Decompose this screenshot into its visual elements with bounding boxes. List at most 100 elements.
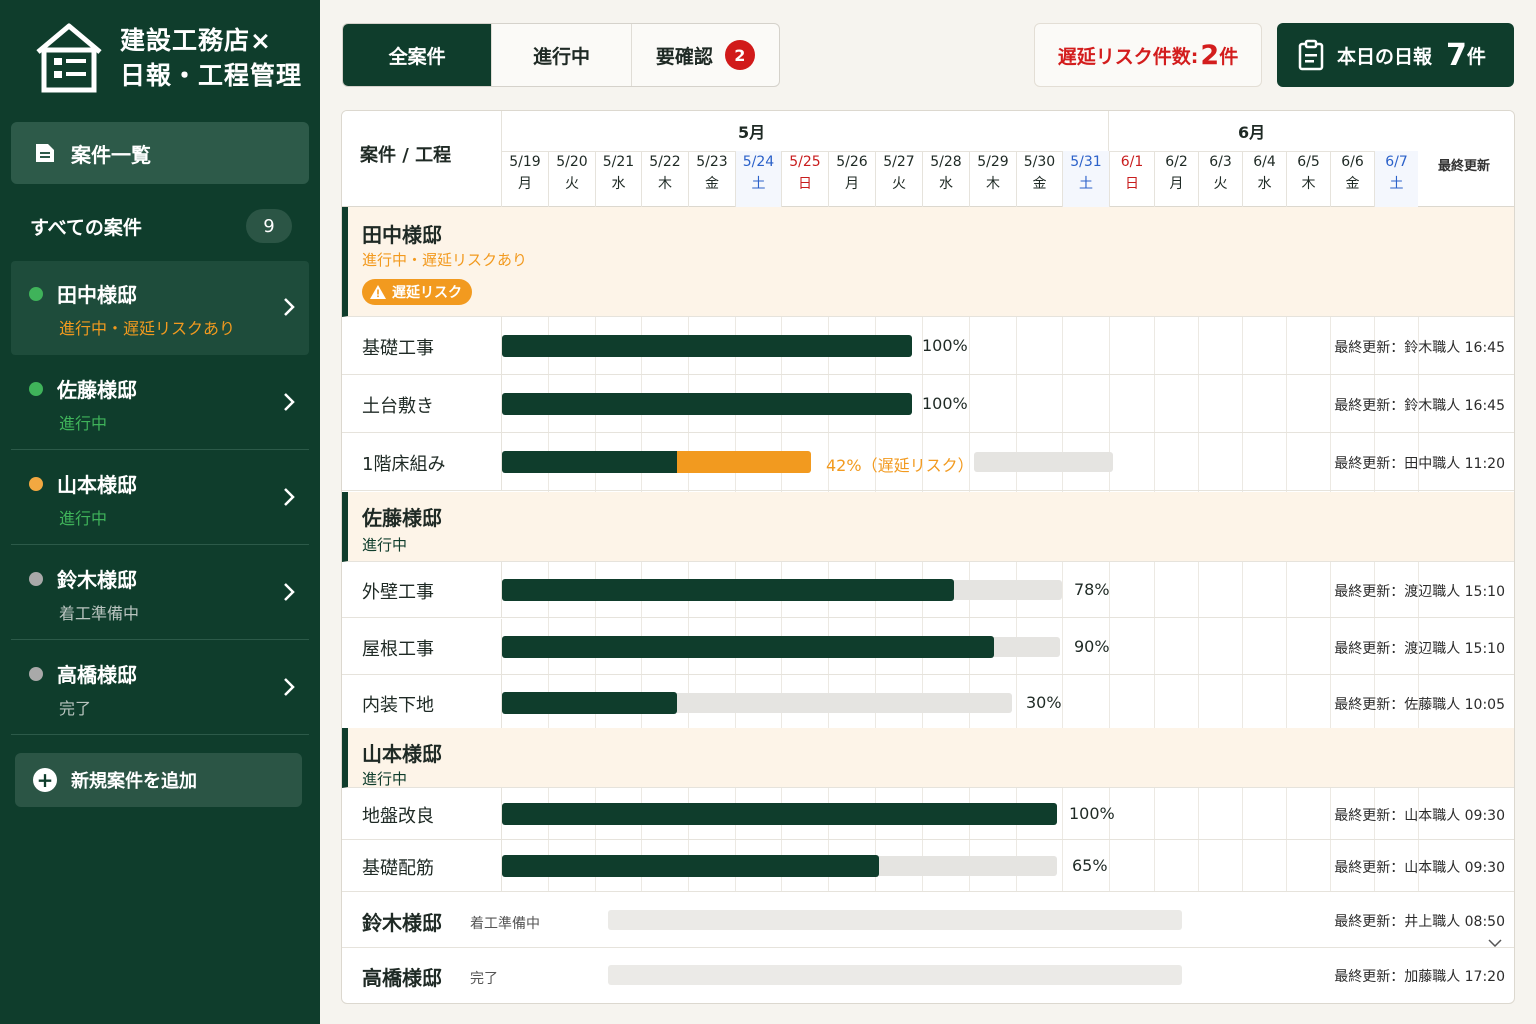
- gantt-header: 案件 / 工程 5月 6月 5/19 月 5/20 火 5/21 水 5/22 木 5/23 金 5…: [342, 111, 1514, 207]
- last-update: 最終更新：渡辺職人 15:10: [1334, 584, 1505, 600]
- tab-in-progress[interactable]: 進行中: [492, 24, 632, 86]
- plus-icon: +: [33, 768, 57, 792]
- chevron-right-icon: [284, 583, 295, 601]
- project-group-row[interactable]: 佐藤様邸 進行中: [342, 492, 1514, 562]
- day-of-week: 金: [705, 176, 719, 192]
- day-of-week: 土: [751, 176, 766, 192]
- project-name: 鈴木様邸: [57, 568, 137, 592]
- task-name: 1階床組み: [362, 454, 446, 475]
- group-name: 佐藤様邸: [362, 506, 442, 530]
- tab-all[interactable]: 全案件: [343, 24, 493, 86]
- day-of-week: 木: [1301, 176, 1316, 192]
- todays-reports-button[interactable]: 本日の日報 7 件: [1277, 23, 1514, 87]
- day-header: 6/7 土: [1374, 151, 1418, 207]
- task-name: 屋根工事: [362, 639, 434, 660]
- day-date: 6/7: [1385, 154, 1408, 170]
- project-group-row[interactable]: 田中様邸 進行中・遅延リスクあり 遅延リスク: [342, 207, 1514, 317]
- day-of-week: 日: [1125, 176, 1139, 192]
- add-project-label: 新規案件を追加: [71, 771, 197, 792]
- add-project-button[interactable]: + 新規案件を追加: [15, 753, 302, 807]
- all-projects-row[interactable]: すべての案件 9: [30, 208, 292, 244]
- todays-reports-number: 7: [1446, 37, 1467, 73]
- task-row[interactable]: 基礎配筋 65% 最終更新：山本職人 09:30: [342, 840, 1514, 892]
- project-status: 完了: [59, 699, 92, 718]
- last-update: 最終更新：田中職人 11:20: [1334, 456, 1505, 472]
- last-update: 最終更新：渡辺職人 15:10: [1334, 641, 1505, 657]
- chevron-down-icon[interactable]: [1488, 939, 1502, 947]
- day-header: 5/29 木: [969, 151, 1016, 207]
- delay-risk-label: 遅延リスク件数:: [1057, 45, 1199, 68]
- day-header: 5/28 水: [922, 151, 969, 207]
- task-row[interactable]: 地盤改良 100% 最終更新：山本職人 09:30: [342, 788, 1514, 840]
- day-of-week: 水: [1257, 176, 1272, 192]
- brand-line2: 日報・工程管理: [120, 61, 303, 90]
- progress-bar-fill: [502, 451, 677, 473]
- task-row[interactable]: 内装下地 30% 最終更新：佐藤職人 10:05: [342, 675, 1514, 731]
- collapsed-project-name: 鈴木様邸: [362, 911, 442, 935]
- project-item[interactable]: 田中様邸 進行中・遅延リスクあり: [11, 261, 309, 355]
- last-update: 最終更新：鈴木職人 16:45: [1334, 340, 1505, 356]
- placeholder-bar: [608, 965, 1182, 985]
- day-date: 5/26: [836, 154, 868, 170]
- day-header: 6/4 水: [1242, 151, 1286, 207]
- task-row[interactable]: 1階床組み 42%（遅延リスク） 最終更新：田中職人 11:20: [342, 433, 1514, 491]
- month-june: 6月: [1238, 123, 1266, 142]
- progress-percent: 100%: [922, 394, 968, 413]
- day-date: 5/29: [977, 154, 1009, 170]
- all-projects-count: 9: [246, 209, 292, 243]
- progress-percent: 100%: [1069, 804, 1115, 823]
- gantt-panel: 案件 / 工程 5月 6月 5/19 月 5/20 火 5/21 水 5/22 木 5/23 金 5…: [341, 110, 1515, 1004]
- day-header: 5/22 木: [641, 151, 688, 207]
- status-dot: [29, 287, 43, 301]
- delay-risk-number: 2: [1200, 39, 1220, 71]
- tab-needs-review[interactable]: 要確認 2: [632, 24, 779, 86]
- project-item[interactable]: 高橋様邸 完了: [11, 641, 309, 735]
- house-logo-icon: [36, 23, 102, 93]
- delay-risk-count[interactable]: 遅延リスク件数: 2 件: [1034, 23, 1262, 87]
- project-item[interactable]: 山本様邸 進行中: [11, 451, 309, 545]
- progress-percent: 90%: [1074, 637, 1110, 656]
- day-date: 6/2: [1165, 154, 1188, 170]
- project-item[interactable]: 佐藤様邸 進行中: [11, 356, 309, 450]
- task-row[interactable]: 屋根工事 90% 最終更新：渡辺職人 15:10: [342, 619, 1514, 675]
- delay-risk-badge-label: 遅延リスク: [392, 285, 462, 301]
- day-of-week: 土: [1079, 176, 1093, 192]
- day-date: 5/21: [602, 154, 635, 170]
- progress-bar-fill: [502, 803, 1057, 825]
- collapsed-project-row[interactable]: 鈴木様邸 着工準備中 最終更新：井上職人 08:50: [342, 893, 1514, 948]
- last-update: 最終更新：井上職人 08:50: [1334, 914, 1505, 930]
- day-header: 5/20 火: [548, 151, 595, 207]
- placeholder-bar: [608, 910, 1182, 930]
- day-date: 6/5: [1297, 154, 1320, 170]
- day-date: 6/1: [1120, 154, 1144, 170]
- day-header: 5/24 土: [735, 151, 781, 207]
- chevron-right-icon: [284, 298, 295, 316]
- all-projects-label: すべての案件: [30, 216, 142, 239]
- day-date: 6/6: [1341, 154, 1364, 170]
- project-item[interactable]: 鈴木様邸 着工準備中: [11, 546, 309, 640]
- day-header: 5/27 火: [875, 151, 922, 207]
- progress-percent: 30%: [1026, 693, 1062, 712]
- day-date: 5/22: [649, 154, 681, 170]
- day-header: 5/31 土: [1062, 151, 1109, 207]
- day-header: 6/2 月: [1154, 151, 1198, 207]
- project-group-row[interactable]: 山本様邸 進行中: [342, 728, 1514, 788]
- day-header: 5/30 金: [1016, 151, 1062, 207]
- task-row[interactable]: 外壁工事 78% 最終更新：渡辺職人 15:10: [342, 562, 1514, 618]
- group-status: 進行中・遅延リスクあり: [362, 251, 528, 269]
- day-of-week: 月: [1169, 176, 1184, 192]
- last-update-header: 最終更新: [1438, 159, 1491, 174]
- group-name: 山本様邸: [362, 742, 442, 766]
- day-header: 6/1 日: [1109, 151, 1154, 207]
- task-row[interactable]: 基礎工事 100% 最終更新：鈴木職人 16:45: [342, 317, 1514, 375]
- gantt-header-label: 案件 / 工程: [360, 145, 452, 166]
- collapsed-project-row[interactable]: 高橋様邸 完了 最終更新：加藤職人 17:20: [342, 948, 1514, 1003]
- brand-line1: 建設工務店×: [120, 26, 272, 55]
- nav-project-list[interactable]: 案件一覧: [11, 122, 309, 184]
- status-dot: [29, 382, 43, 396]
- day-of-week: 火: [892, 176, 906, 192]
- needs-review-badge: 2: [724, 40, 755, 70]
- sidebar: 建設工務店× 日報・工程管理 案件一覧 すべての案件 9 田中様邸 進行中・遅延…: [0, 0, 320, 1024]
- task-row[interactable]: 土台敷き 100% 最終更新：鈴木職人 16:45: [342, 375, 1514, 433]
- task-name: 基礎配筋: [362, 858, 434, 879]
